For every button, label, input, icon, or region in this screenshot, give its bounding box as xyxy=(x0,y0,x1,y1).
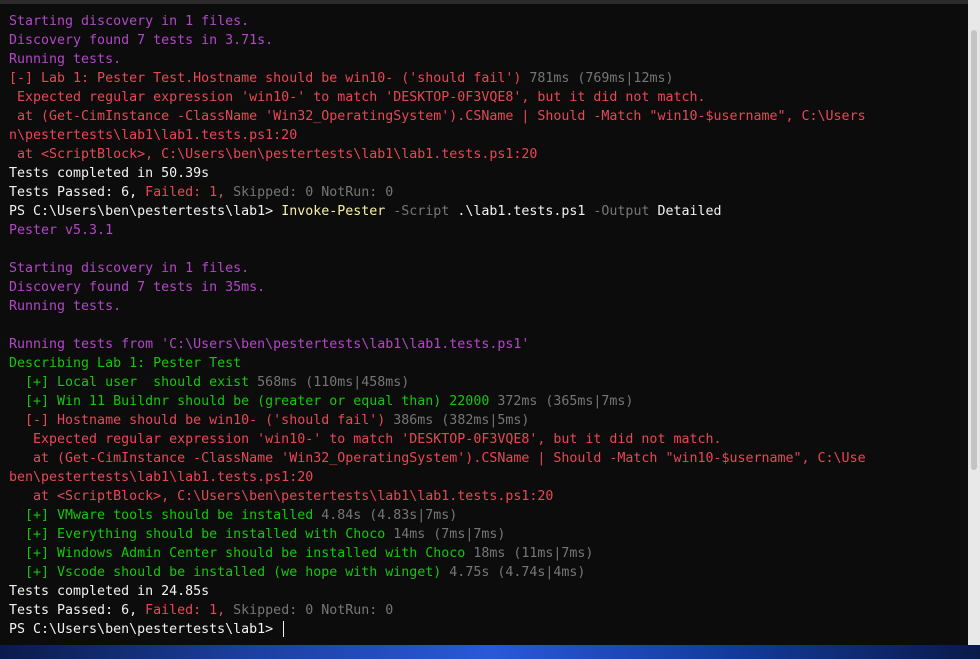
error-stack-line: at <ScriptBlock>, C:\Users\ben\pestertes… xyxy=(9,147,538,162)
text-cursor xyxy=(283,621,285,637)
error-stack-line: n\pestertests\lab1\lab1.tests.ps1:20 xyxy=(9,128,298,143)
test-pass-text: [+] Windows Admin Center should be insta… xyxy=(9,546,466,561)
test-timing: 4.75s (4.74s|4ms) xyxy=(441,565,586,580)
test-pass-line: [+] VMware tools should be installed 4.8… xyxy=(9,506,866,525)
error-stack-line: at (Get-CimInstance -ClassName 'Win32_Op… xyxy=(9,451,866,466)
terminal-output: Starting discovery in 1 files. Discovery… xyxy=(9,12,866,639)
window-top-border xyxy=(0,0,968,4)
prompt: PS C:\Users\ben\pestertests\lab1> xyxy=(9,204,282,219)
command-param: -Output xyxy=(585,204,650,219)
output-line: Discovery found 7 tests in 3.71s. xyxy=(9,33,274,48)
tests-completed: Tests completed in 24.85s xyxy=(9,584,210,599)
test-pass-text: [+] Vscode should be installed (we hope … xyxy=(9,565,442,580)
command-arg: Detailed xyxy=(649,204,722,219)
test-pass-text: [+] Everything should be installed with … xyxy=(9,527,386,542)
test-fail-text: [-] Hostname should be win10- ('should f… xyxy=(9,413,386,428)
prompt: PS C:\Users\ben\pestertests\lab1> xyxy=(9,622,282,637)
summary-passed: Tests Passed: 6, xyxy=(9,603,146,618)
test-pass-text: [+] VMware tools should be installed xyxy=(9,508,314,523)
test-timing: 781ms (769ms|12ms) xyxy=(521,71,674,86)
test-pass-line: [+] Windows Admin Center should be insta… xyxy=(9,544,866,563)
summary-failed: Failed: 1, xyxy=(145,185,234,200)
terminal-window[interactable]: Starting discovery in 1 files. Discovery… xyxy=(0,0,968,645)
command-line: PS C:\Users\ben\pestertests\lab1> Invoke… xyxy=(9,202,866,221)
test-pass-text: [+] Win 11 Buildnr should be (greater or… xyxy=(9,394,490,409)
summary-skipped: Skipped: 0 xyxy=(233,603,322,618)
summary-passed: Tests Passed: 6, xyxy=(9,185,146,200)
test-timing: 18ms (11ms|7ms) xyxy=(465,546,594,561)
test-fail-line: [-] Lab 1: Pester Test.Hostname should b… xyxy=(9,69,866,88)
command-cmdlet: Invoke-Pester xyxy=(281,204,386,219)
output-line: Starting discovery in 1 files. xyxy=(9,261,250,276)
command-arg: .\lab1.tests.ps1 xyxy=(449,204,586,219)
output-line: Running tests. xyxy=(9,299,122,314)
test-fail-line: [-] Hostname should be win10- ('should f… xyxy=(9,411,866,430)
describe-block: Describing Lab 1: Pester Test xyxy=(9,356,242,371)
summary-notrun: NotRun: 0 xyxy=(321,603,394,618)
error-message: Expected regular expression 'win10-' to … xyxy=(9,432,722,447)
scrollbar-thumb[interactable] xyxy=(971,30,977,470)
output-line: Running tests. xyxy=(9,52,122,67)
test-pass-line: [+] Local user should exist 568ms (110ms… xyxy=(9,373,866,392)
summary-failed: Failed: 1, xyxy=(145,603,234,618)
tests-summary: Tests Passed: 6, Failed: 1, Skipped: 0 N… xyxy=(9,601,866,620)
error-stack-line: at <ScriptBlock>, C:\Users\ben\pestertes… xyxy=(9,489,554,504)
test-timing: 372ms (365ms|7ms) xyxy=(489,394,634,409)
output-line: Starting discovery in 1 files. xyxy=(9,14,250,29)
test-timing: 14ms (7ms|7ms) xyxy=(385,527,506,542)
command-param: -Script xyxy=(385,204,450,219)
error-stack-line: ben\pestertests\lab1\lab1.tests.ps1:20 xyxy=(9,470,314,485)
test-timing: 4.84s (4.83s|7ms) xyxy=(313,508,458,523)
test-timing: 568ms (110ms|458ms) xyxy=(249,375,410,390)
test-fail-text: [-] Lab 1: Pester Test.Hostname should b… xyxy=(9,71,522,86)
pester-version: Pester v5.3.1 xyxy=(9,223,114,238)
test-pass-text: [+] Local user should exist xyxy=(9,375,250,390)
test-pass-line: [+] Everything should be installed with … xyxy=(9,525,866,544)
tests-summary: Tests Passed: 6, Failed: 1, Skipped: 0 N… xyxy=(9,183,866,202)
summary-notrun: NotRun: 0 xyxy=(321,185,394,200)
error-stack-line: at (Get-CimInstance -ClassName 'Win32_Op… xyxy=(9,109,866,124)
test-pass-line: [+] Vscode should be installed (we hope … xyxy=(9,563,866,582)
tests-completed: Tests completed in 50.39s xyxy=(9,166,210,181)
test-timing: 386ms (382ms|5ms) xyxy=(385,413,530,428)
output-line: Running tests from 'C:\Users\ben\pestert… xyxy=(9,337,530,352)
output-line: Discovery found 7 tests in 35ms. xyxy=(9,280,266,295)
test-pass-line: [+] Win 11 Buildnr should be (greater or… xyxy=(9,392,866,411)
prompt-line[interactable]: PS C:\Users\ben\pestertests\lab1> xyxy=(9,620,866,639)
summary-skipped: Skipped: 0 xyxy=(233,185,322,200)
vertical-scrollbar[interactable] xyxy=(968,0,980,645)
desktop-wallpaper xyxy=(0,645,980,659)
error-message: Expected regular expression 'win10-' to … xyxy=(9,90,706,105)
